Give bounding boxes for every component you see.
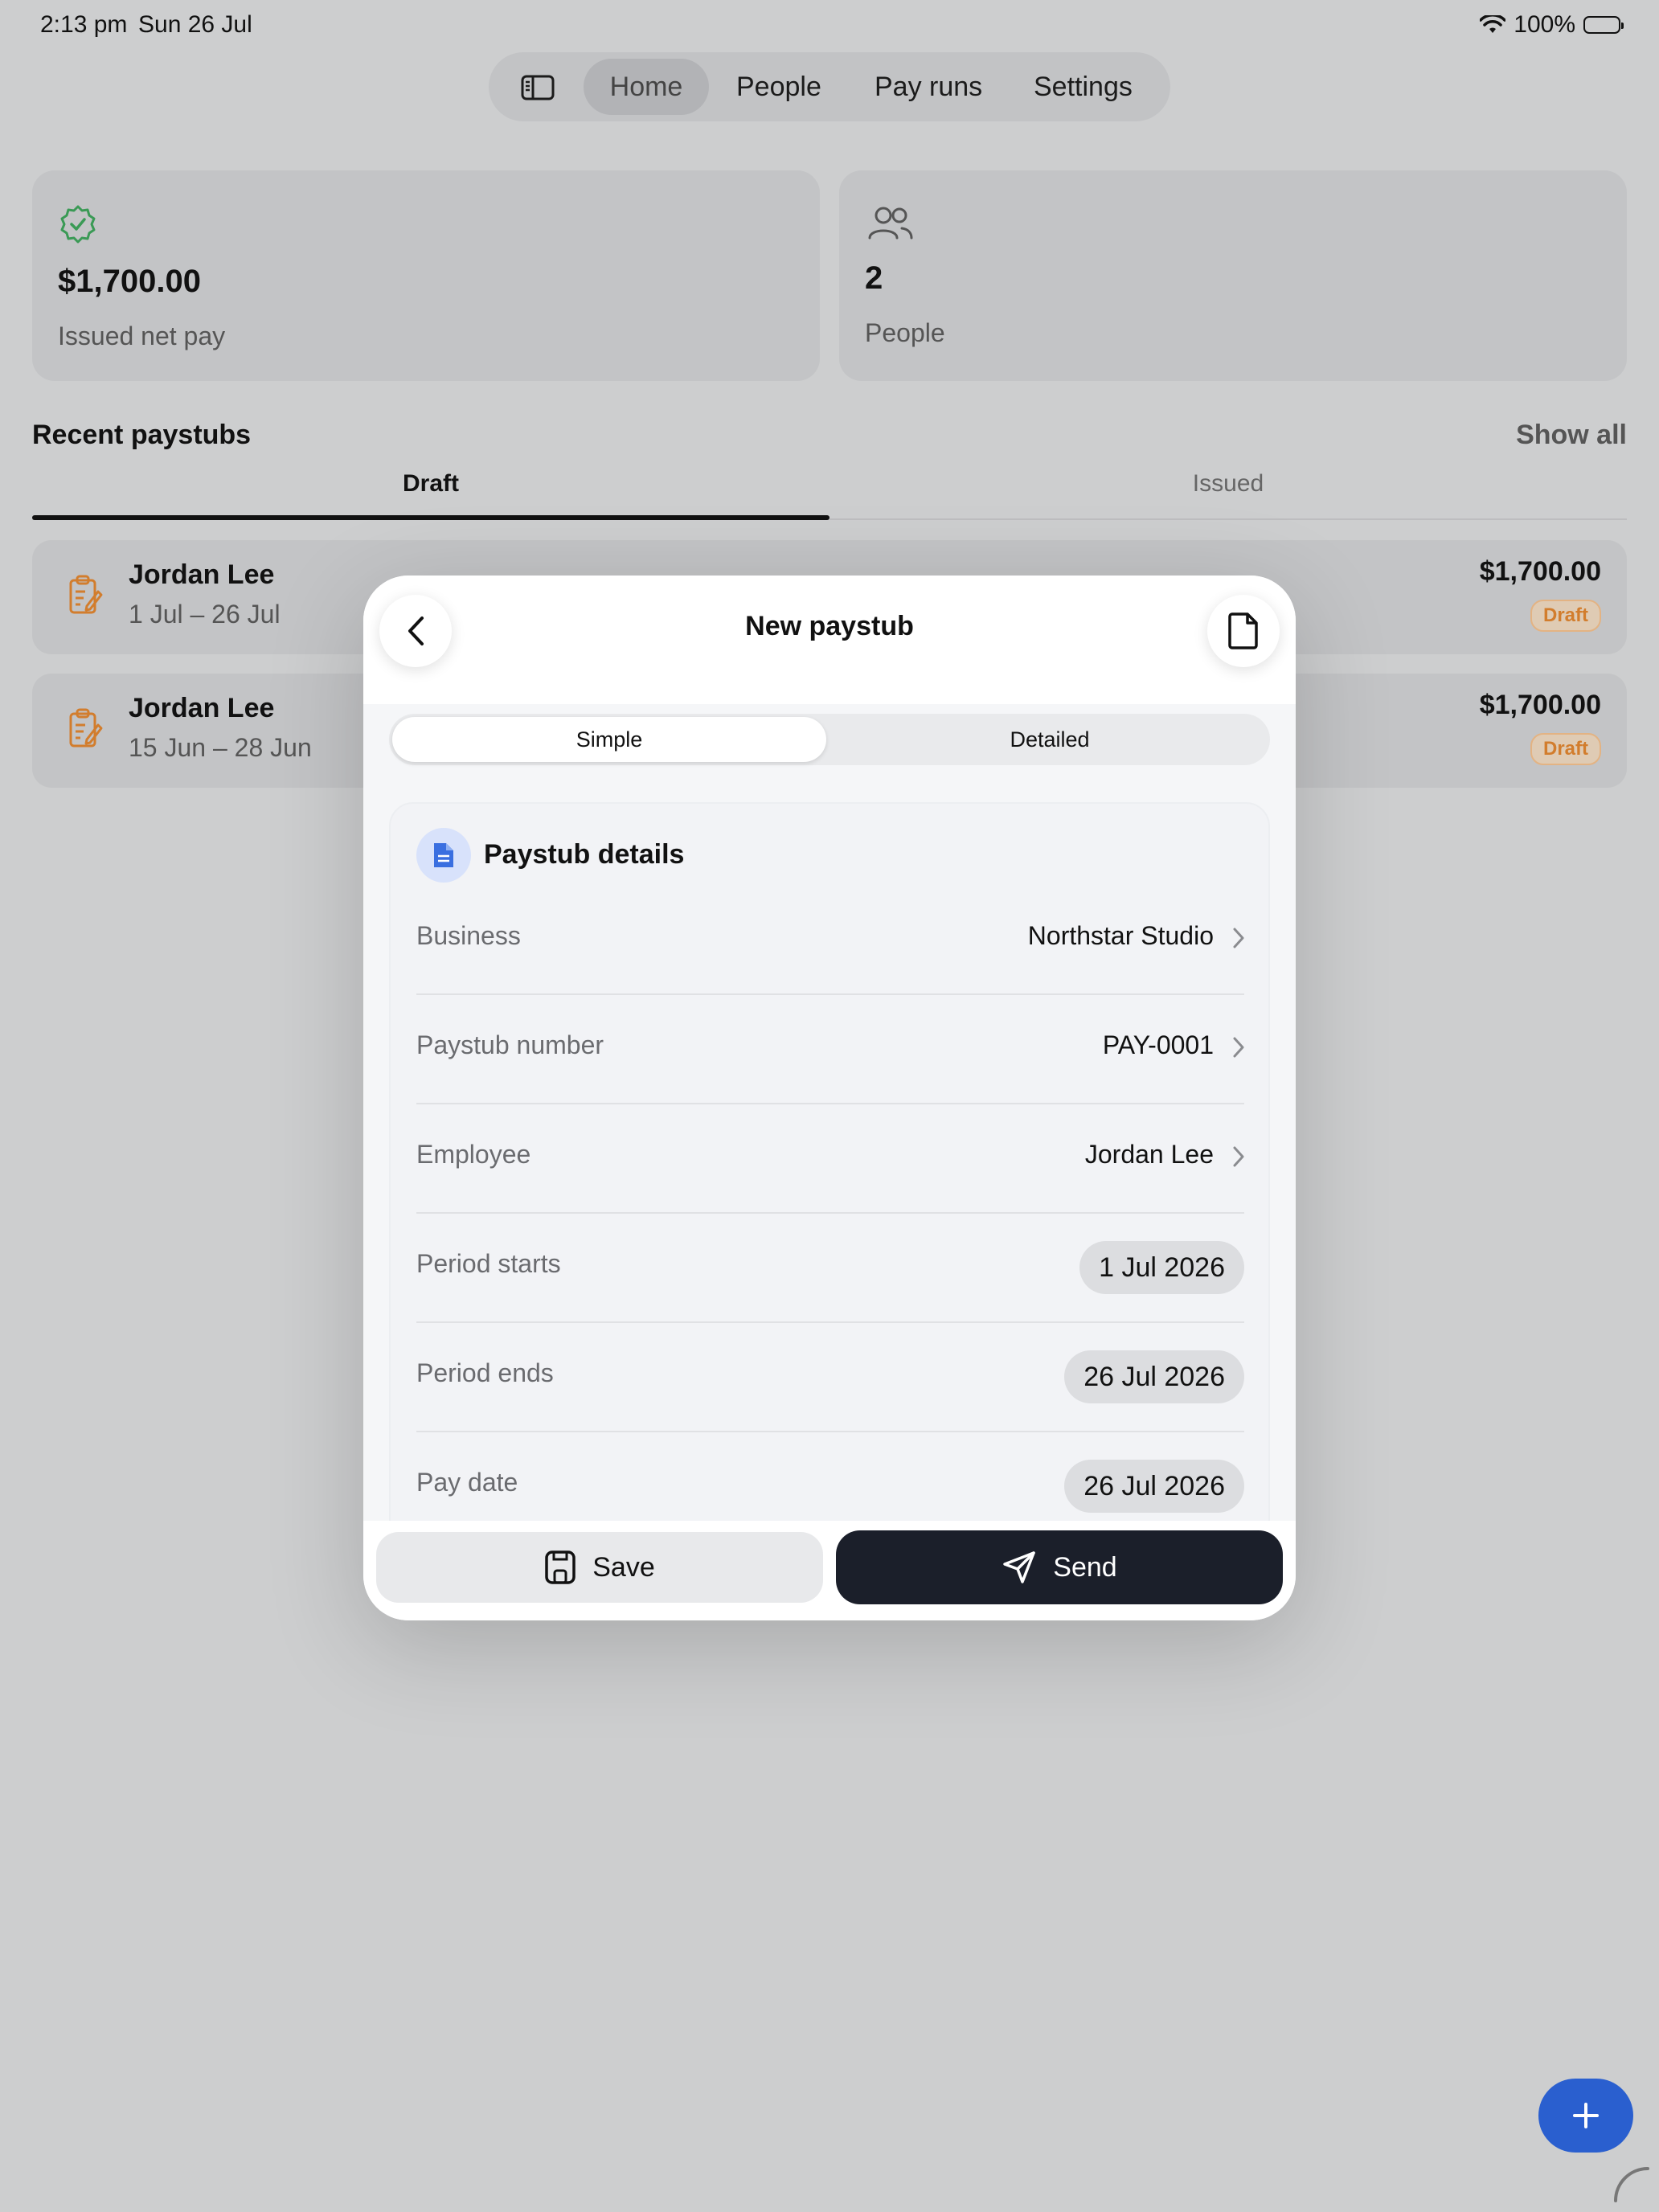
field-label: Pay date — [416, 1468, 518, 1497]
paystub-tabs: Draft Issued — [32, 470, 1627, 520]
field-label: Paystub number — [416, 1030, 604, 1059]
status-badge: Draft — [1530, 733, 1601, 765]
modal-footer: Save Send — [363, 1521, 1296, 1620]
net-pay-value: $1,700.00 — [58, 264, 201, 299]
period-ends-field: Period ends 26 Jul 2026 — [416, 1323, 1244, 1432]
resize-handle-icon[interactable] — [1611, 2164, 1651, 2204]
send-icon — [1002, 1550, 1037, 1585]
recent-paystubs-title: Recent paystubs — [32, 420, 252, 450]
tab-draft[interactable]: Draft — [32, 470, 830, 498]
status-right: 100% — [1480, 11, 1624, 39]
document-text-icon — [416, 828, 471, 883]
plus-icon — [1572, 2102, 1600, 2129]
employee-field[interactable]: Employee Jordan Lee — [416, 1104, 1244, 1214]
modal-title: New paystub — [745, 611, 914, 641]
battery-percent: 100% — [1514, 11, 1575, 38]
people-card[interactable]: 2 People — [839, 170, 1627, 381]
add-paystub-button[interactable] — [1538, 2079, 1633, 2153]
document-preview-button[interactable] — [1207, 595, 1280, 667]
chevron-right-icon — [1233, 1146, 1244, 1167]
paystub-employee: Jordan Lee — [129, 559, 275, 590]
clipboard-edit-icon — [68, 574, 103, 617]
paystub-dates: 15 Jun – 28 Jun — [129, 733, 312, 762]
pay-date-picker[interactable]: 26 Jul 2026 — [1064, 1460, 1244, 1513]
battery-icon — [1583, 16, 1624, 34]
save-label: Save — [592, 1551, 655, 1583]
nav-people[interactable]: People — [736, 52, 821, 121]
nav-pay-runs[interactable]: Pay runs — [875, 52, 982, 121]
send-label: Send — [1053, 1551, 1117, 1583]
people-label: People — [865, 318, 945, 347]
paystub-number-field[interactable]: Paystub number PAY-0001 — [416, 995, 1244, 1104]
field-value: Jordan Lee — [1084, 1140, 1214, 1169]
show-all-link[interactable]: Show all — [1516, 420, 1627, 451]
save-icon — [544, 1550, 576, 1585]
business-field[interactable]: Business Northstar Studio — [416, 886, 1244, 995]
clipboard-edit-icon — [68, 707, 103, 751]
new-paystub-modal: New paystub Simple Detailed Paystub deta… — [363, 576, 1296, 1620]
section-title: Paystub details — [484, 839, 685, 870]
status-time: 2:13 pm — [40, 11, 128, 38]
people-icon — [866, 206, 915, 241]
field-label: Business — [416, 921, 521, 950]
status-date: Sun 26 Jul — [138, 11, 252, 38]
paystub-amount: $1,700.00 — [1479, 690, 1601, 720]
paystub-details-card: Paystub details Business Northstar Studi… — [389, 802, 1270, 1620]
chevron-right-icon — [1233, 928, 1244, 948]
tab-issued[interactable]: Issued — [830, 470, 1627, 498]
people-count: 2 — [865, 260, 883, 296]
tab-active-indicator — [32, 515, 830, 520]
top-nav: Home People Pay runs Settings — [489, 52, 1170, 121]
period-starts-field: Period starts 1 Jul 2026 — [416, 1214, 1244, 1323]
nav-settings[interactable]: Settings — [1034, 52, 1133, 121]
chevron-right-icon — [1233, 1037, 1244, 1058]
net-pay-card[interactable]: $1,700.00 Issued net pay — [32, 170, 820, 381]
send-button[interactable]: Send — [836, 1530, 1283, 1604]
sidebar-toggle-icon[interactable] — [521, 75, 555, 100]
field-label: Employee — [416, 1140, 531, 1169]
paystub-amount: $1,700.00 — [1479, 556, 1601, 587]
wifi-icon — [1480, 15, 1506, 35]
verified-badge-icon — [58, 204, 98, 244]
period-starts-date-picker[interactable]: 1 Jul 2026 — [1079, 1241, 1244, 1294]
field-value: Northstar Studio — [1027, 921, 1214, 950]
segment-detailed[interactable]: Detailed — [830, 714, 1270, 765]
segment-simple[interactable]: Simple — [389, 714, 830, 765]
mode-segmented-control: Simple Detailed — [389, 714, 1270, 765]
nav-home[interactable]: Home — [584, 59, 709, 115]
status-badge: Draft — [1530, 600, 1601, 632]
paystub-dates: 1 Jul – 26 Jul — [129, 600, 281, 629]
field-label: Period ends — [416, 1358, 554, 1387]
save-button[interactable]: Save — [376, 1532, 823, 1603]
net-pay-label: Issued net pay — [58, 322, 226, 350]
document-icon — [1227, 612, 1260, 650]
field-value: PAY-0001 — [1102, 1030, 1214, 1059]
paystub-employee: Jordan Lee — [129, 693, 275, 723]
field-label: Period starts — [416, 1249, 561, 1278]
period-ends-date-picker[interactable]: 26 Jul 2026 — [1064, 1350, 1244, 1403]
